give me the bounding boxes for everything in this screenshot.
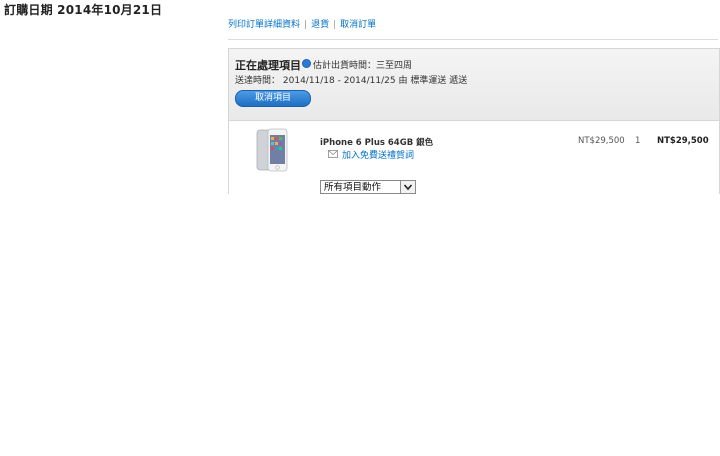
add-gift-message-link[interactable]: 加入免費送禮賀詞 <box>342 148 414 161</box>
product-image <box>256 128 288 172</box>
divider <box>228 39 718 40</box>
product-name: iPhone 6 Plus 64GB 銀色 <box>320 138 434 148</box>
delivery-text: 2014/11/18 - 2014/11/25 由 標準運送 遞送 <box>282 76 468 86</box>
shipment-status-title: 正在處理項目 <box>235 59 301 72</box>
cancel-item-button[interactable]: 取消項目 <box>235 90 311 107</box>
delivery-label: 送達時間： <box>235 76 281 86</box>
print-order-details-link[interactable]: 列印訂單詳細資料 <box>228 20 300 30</box>
cancel-order-link[interactable]: 取消訂單 <box>340 20 376 30</box>
order-actions-links: 列印訂單詳細資料 | 退貨 | 取消訂單 <box>228 17 376 30</box>
link-separator: | <box>304 20 308 30</box>
item-actions-select[interactable]: 所有項目動作 <box>320 180 416 194</box>
item-actions-selected: 所有項目動作 <box>324 182 382 193</box>
line-total: NT$29,500 <box>657 136 709 146</box>
info-icon <box>302 59 311 68</box>
ship-estimate: 估計出貨時間：三至四周 <box>313 61 413 71</box>
order-date-heading: 訂購日期 2014年10月21日 <box>4 3 163 17</box>
envelope-icon <box>328 150 338 158</box>
order-item-row: iPhone 6 Plus 64GB 銀色 加入免費送禮賀詞 NT$29,500… <box>229 121 719 194</box>
returns-link[interactable]: 退貨 <box>311 20 329 30</box>
unit-price: NT$29,500 <box>578 136 625 146</box>
delivery-estimate: 送達時間： 2014/11/18 - 2014/11/25 由 標準運送 遞送 <box>235 73 467 86</box>
link-separator: | <box>333 20 337 30</box>
shipment-header: 正在處理項目 估計出貨時間：三至四周 送達時間： 2014/11/18 - 20… <box>229 49 719 121</box>
shipment-panel: 正在處理項目 估計出貨時間：三至四周 送達時間： 2014/11/18 - 20… <box>228 48 720 194</box>
quantity: 1 <box>635 136 641 146</box>
chevron-down-icon[interactable] <box>400 181 415 193</box>
